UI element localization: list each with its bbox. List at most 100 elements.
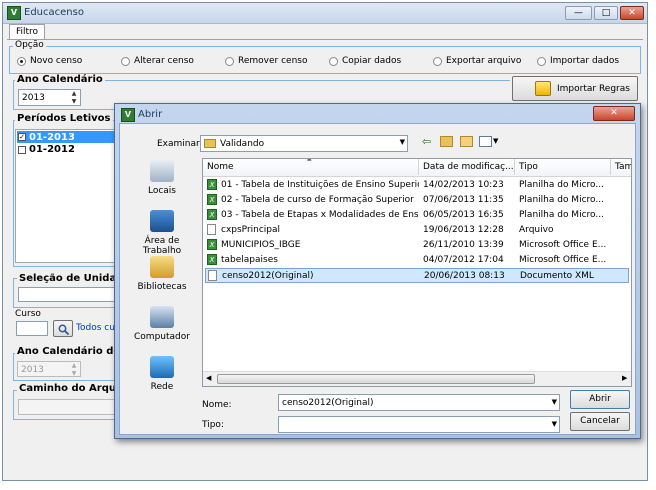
- dialog-close-button[interactable]: ✕: [593, 106, 635, 121]
- periodo-item-1[interactable]: 01-2012: [29, 144, 75, 155]
- opcao-radio-1[interactable]: [121, 57, 130, 66]
- importar-regras-label: Importar Regras: [557, 84, 630, 94]
- scroll-thumb[interactable]: [217, 374, 535, 384]
- file-date: 04/07/2012 17:04: [423, 255, 504, 265]
- periodo-checkbox-1[interactable]: [18, 146, 26, 154]
- ano-calendario-de-value: 2013: [21, 365, 44, 375]
- opcao-radio-3[interactable]: [329, 57, 338, 66]
- ano-calendario-de-stepper[interactable]: 2013 ▲ ▼: [17, 361, 81, 377]
- periodos-label: Períodos Letivos: [15, 113, 113, 124]
- up-folder-icon[interactable]: [440, 136, 453, 147]
- excel-icon: X: [207, 193, 217, 208]
- file-date: 19/06/2013 12:28: [423, 225, 504, 235]
- excel-icon: X: [207, 208, 217, 223]
- chevron-down-icon[interactable]: ▼: [400, 138, 405, 146]
- chevron-down-icon[interactable]: ▼: [552, 398, 557, 406]
- col-tamanho[interactable]: Tam: [611, 159, 631, 175]
- caminho-input[interactable]: [18, 399, 118, 415]
- periodo-checkbox-0[interactable]: ✓: [18, 133, 26, 141]
- place-2[interactable]: Bibliotecas: [126, 256, 198, 302]
- file-row[interactable]: X 03 - Tabela de Etapas x Modalidades de …: [205, 208, 629, 223]
- abrir-button[interactable]: Abrir: [570, 390, 630, 409]
- place-label: Área de Trabalho: [142, 236, 182, 256]
- file-list: Nome ▲ Data de modificaç... Tipo Tam X 01…: [202, 158, 632, 387]
- file-row[interactable]: censo2012(Original) 20/06/2013 08:13 Docum…: [205, 268, 629, 283]
- spin-down-icon[interactable]: ▼: [69, 98, 79, 106]
- excel-icon: X: [207, 238, 217, 253]
- file-type: Planilha do Micro...: [519, 180, 604, 190]
- nome-value: censo2012(Original): [282, 398, 374, 408]
- chevron-down-icon[interactable]: ▼: [552, 420, 557, 428]
- selecao-input[interactable]: [18, 287, 118, 302]
- file-row[interactable]: Xtabelapaises 04/07/2012 17:04 Microsoft O…: [205, 253, 629, 268]
- network-icon: [150, 356, 174, 378]
- file-type: Microsoft Office E...: [519, 255, 607, 265]
- spin-up-icon[interactable]: ▲: [69, 90, 79, 98]
- opcao-radio-5[interactable]: [537, 57, 546, 66]
- place-1[interactable]: Área de Trabalho: [126, 210, 198, 256]
- file-row[interactable]: X 02 - Tabela de curso de Formação Superi…: [205, 193, 629, 208]
- folder-dropdown[interactable]: Validando ▼: [200, 135, 408, 152]
- file-name: censo2012(Original): [222, 271, 314, 281]
- file-name: cxpsPrincipal: [221, 225, 281, 235]
- file-name: MUNICIPIOS_IBGE: [221, 240, 301, 250]
- opcao-radio-0[interactable]: [17, 57, 26, 66]
- file-row[interactable]: X MUNICIPIOS_IBGE 26/11/2010 13:39 Microsof…: [205, 238, 629, 253]
- view-menu-icon[interactable]: [479, 136, 492, 147]
- tipo-field[interactable]: ▼: [278, 416, 560, 433]
- curso-search-button[interactable]: [53, 320, 73, 337]
- folder-icon: [204, 139, 216, 148]
- window-title: Educacenso: [24, 7, 84, 18]
- file-list-header: Nome ▲ Data de modificaç... Tipo Tam: [203, 158, 631, 177]
- opcao-option-label[interactable]: Remover censo: [238, 56, 307, 66]
- opcao-option-label[interactable]: Novo censo: [30, 56, 82, 66]
- opcao-option-label[interactable]: Alterar censo: [134, 56, 194, 66]
- new-folder-icon[interactable]: [460, 136, 473, 147]
- curso-input[interactable]: [16, 321, 48, 336]
- file-name: 03 - Tabela de Etapas x Modalidades de E…: [221, 210, 419, 220]
- opcao-radio-2[interactable]: [225, 57, 234, 66]
- app-icon: V: [7, 6, 21, 20]
- spin-down-icon[interactable]: ▼: [69, 370, 79, 378]
- col-data[interactable]: Data de modificaç...: [419, 159, 515, 175]
- horizontal-scrollbar[interactable]: ◀ ▶: [203, 371, 631, 386]
- maximize-button[interactable]: □: [594, 6, 618, 20]
- opcao-group: [9, 46, 641, 74]
- places-bar: Locais Área de Trabalho Bibliotecas Computa…: [126, 160, 198, 420]
- ano-calendario-stepper[interactable]: 2013 ▲ ▼: [18, 89, 81, 106]
- opcao-option-label[interactable]: Copiar dados: [342, 56, 401, 66]
- computer-icon: [150, 306, 174, 328]
- place-0[interactable]: Locais: [126, 160, 198, 206]
- sort-arrow-icon: ▲: [307, 158, 312, 162]
- file-name: 01 - Tabela de Instituições de Ensino Su…: [221, 180, 419, 190]
- scroll-left-icon[interactable]: ◀: [206, 374, 211, 382]
- file-type: Planilha do Micro...: [519, 195, 604, 205]
- tab-filtro[interactable]: Filtro: [9, 24, 46, 40]
- place-3[interactable]: Computador: [126, 306, 198, 352]
- scroll-right-icon[interactable]: ▶: [622, 374, 627, 382]
- opcao-label: Opção: [13, 40, 46, 50]
- cancelar-button[interactable]: Cancelar: [570, 412, 630, 431]
- opcao-option-label[interactable]: Exportar arquivo: [446, 56, 521, 66]
- file-date: 26/11/2010 13:39: [423, 240, 504, 250]
- file-date: 07/06/2013 11:35: [423, 195, 504, 205]
- examinar-label: Examinar:: [157, 139, 203, 149]
- spin-up-icon[interactable]: ▲: [69, 362, 79, 370]
- minimize-button[interactable]: —: [565, 6, 592, 20]
- close-button[interactable]: ✕: [620, 6, 644, 20]
- place-label: Locais: [147, 186, 176, 196]
- back-arrow-icon[interactable]: ⇦: [422, 135, 431, 148]
- periodo-item-0[interactable]: 01-2013: [29, 132, 75, 143]
- view-chevron-icon[interactable]: ▼: [493, 137, 498, 145]
- nome-field[interactable]: censo2012(Original) ▼: [278, 394, 560, 411]
- desktop-icon: [150, 210, 174, 232]
- place-label: Computador: [134, 332, 190, 342]
- importar-regras-button[interactable]: Importar Regras: [512, 76, 638, 101]
- file-row[interactable]: cxpsPrincipal 19/06/2013 12:28 Arquivo: [205, 223, 629, 238]
- file-date: 14/02/2013 10:23: [423, 180, 504, 190]
- opcao-option-label[interactable]: Importar dados: [550, 56, 619, 66]
- place-4[interactable]: Rede: [126, 356, 198, 402]
- opcao-radio-4[interactable]: [433, 57, 442, 66]
- col-tipo[interactable]: Tipo: [515, 159, 611, 175]
- file-row[interactable]: X 01 - Tabela de Instituições de Ensino S…: [205, 178, 629, 193]
